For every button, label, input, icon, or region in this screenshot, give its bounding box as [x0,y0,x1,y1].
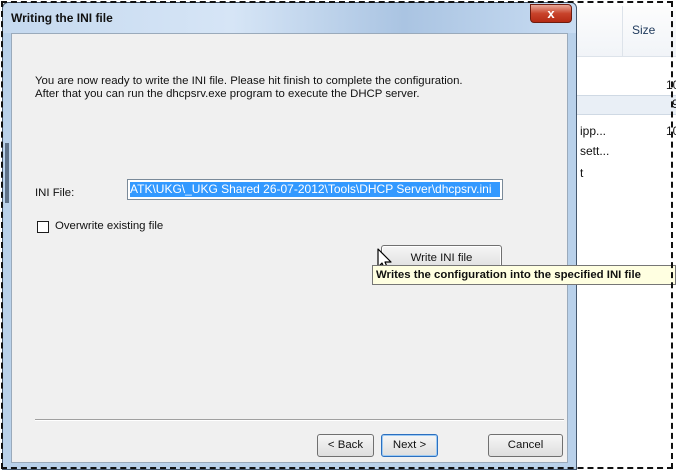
intro-line-2: After that you can run the dhcpsrv.exe p… [35,88,420,100]
ini-file-value: ATK\UKG\_UKG Shared 26-07-2012\Tools\DHC… [130,182,500,197]
highlighted-row[interactable] [560,95,676,115]
file-name-partial[interactable]: t [580,166,583,180]
intro-text: You are now ready to write the INI file.… [35,75,555,101]
next-button[interactable]: Next > [381,434,438,457]
dialog-client-area: You are now ready to write the INI file.… [11,33,568,463]
dialog-title: Writing the INI file [11,11,113,25]
ini-file-label: INI File: [35,187,75,199]
file-name-partial[interactable]: ipp... [580,124,606,138]
tooltip: Writes the configuration into the specif… [372,265,676,285]
intro-line-1: You are now ready to write the INI file.… [35,75,463,87]
overwrite-label[interactable]: Overwrite existing file [55,220,163,232]
file-name-partial[interactable]: sett... [580,144,609,158]
frame-edge [5,143,9,203]
close-button[interactable]: x [530,4,572,23]
ini-file-input[interactable]: ATK\UKG\_UKG Shared 26-07-2012\Tools\DHC… [127,179,503,200]
size-cell: 9 [672,97,676,111]
background-explorer-window [560,0,676,472]
size-cell: 10 [666,124,676,138]
back-button[interactable]: < Back [317,434,374,457]
ini-dialog-window: Writing the INI file x You are now ready… [2,2,577,470]
overwrite-checkbox[interactable] [37,221,49,233]
close-icon: x [547,6,555,21]
cancel-button[interactable]: Cancel [488,434,563,457]
size-column-header[interactable]: Size [632,23,655,37]
title-bar[interactable]: Writing the INI file x [3,3,576,33]
column-separator[interactable] [622,6,623,56]
size-cell: 10 [666,78,676,92]
button-separator [35,419,564,421]
column-header-bar [560,6,676,57]
